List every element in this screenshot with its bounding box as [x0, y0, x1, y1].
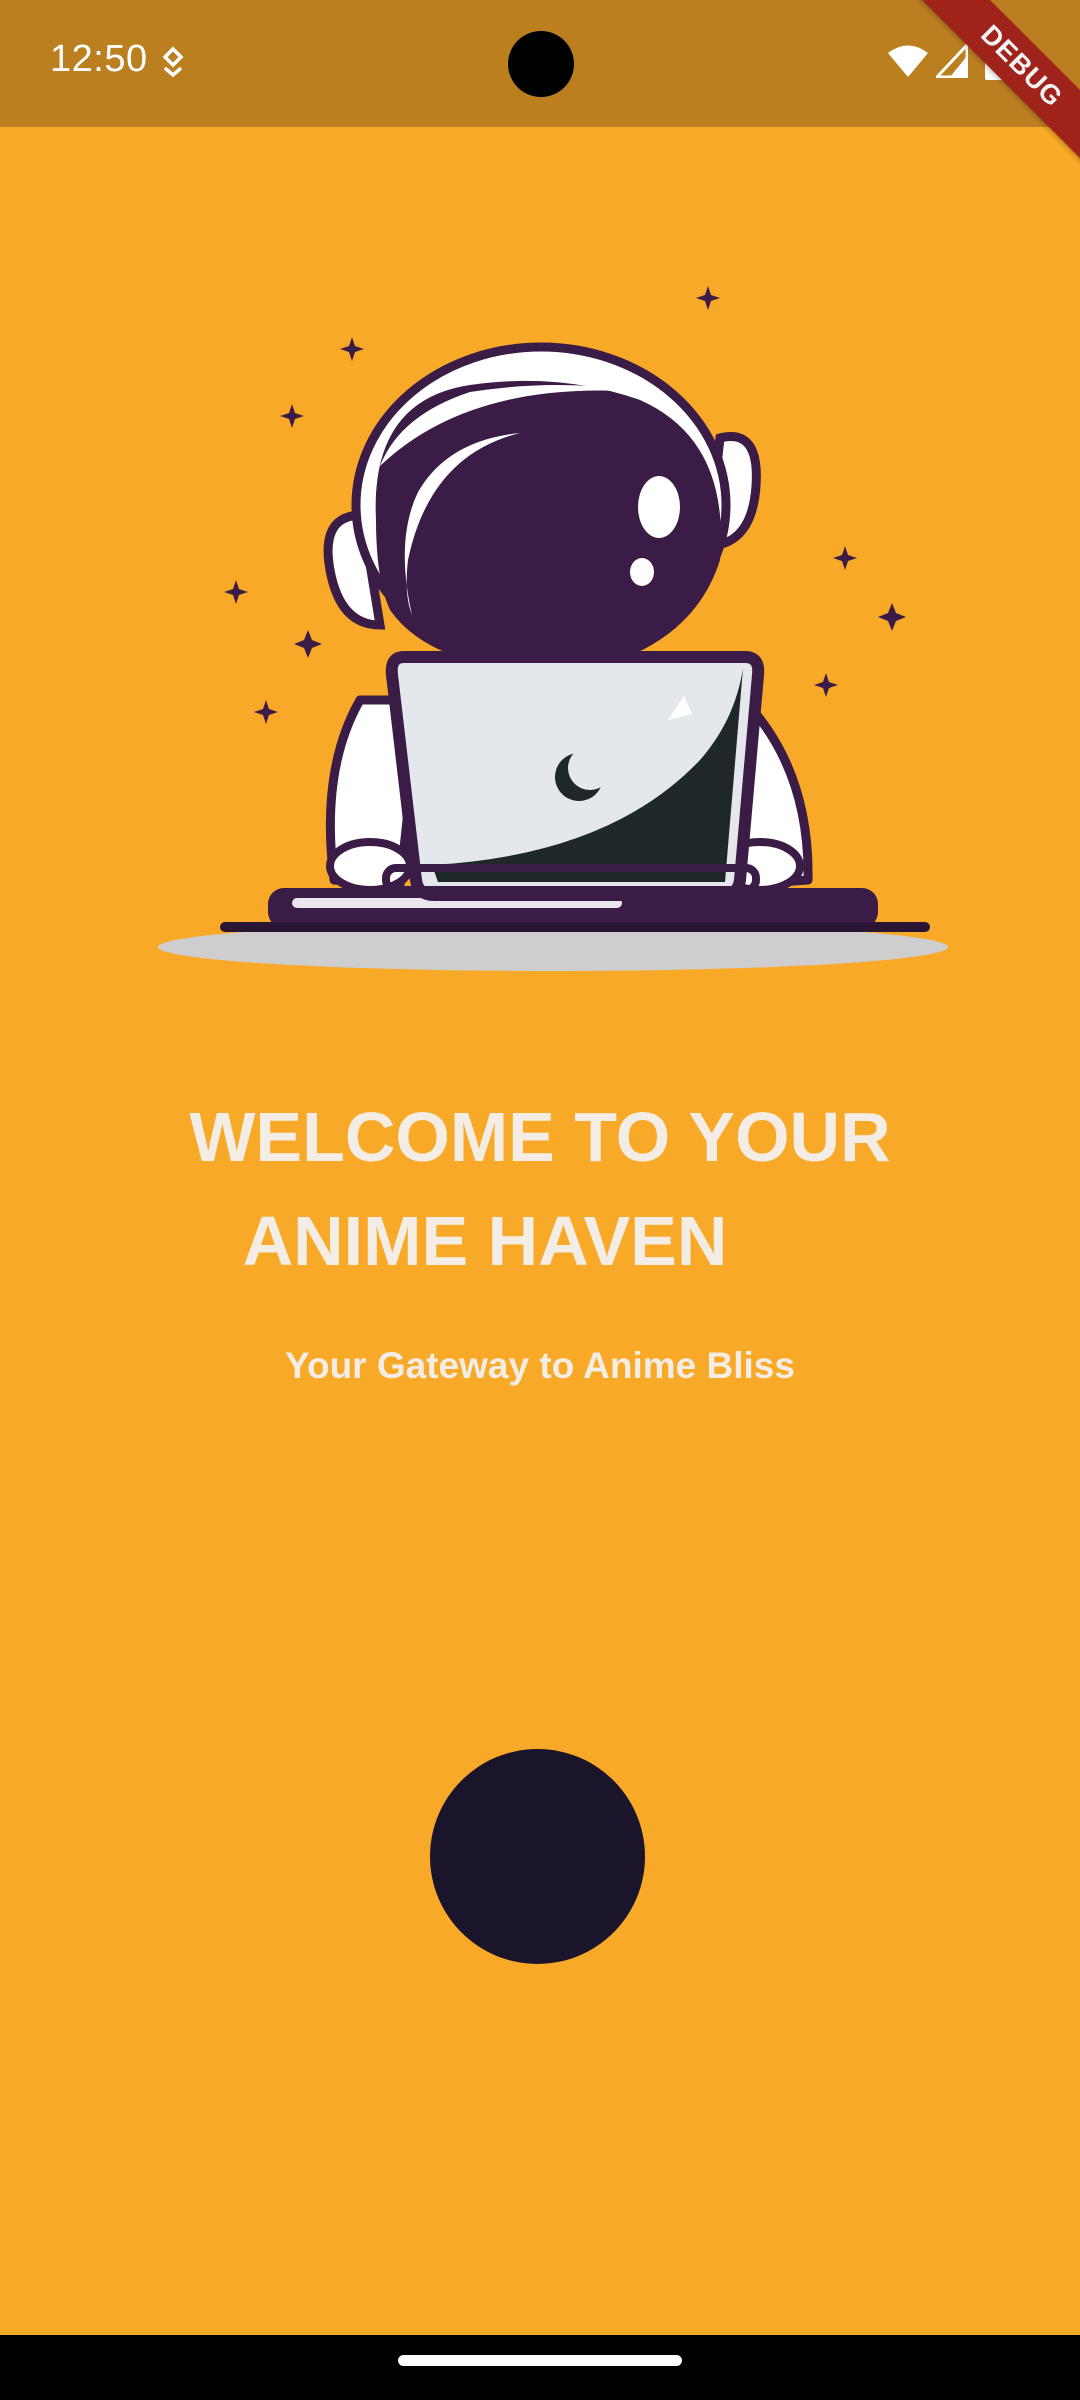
welcome-subtitle: Your Gateway to Anime Bliss [285, 1345, 795, 1386]
welcome-title: WELCOME TO YOUR ANIME HAVEN [0, 1085, 1080, 1293]
wifi-icon [888, 45, 928, 77]
home-indicator[interactable] [398, 2355, 682, 2366]
notification-icon [162, 46, 184, 78]
start-button[interactable] [430, 1749, 645, 1964]
camera-cutout [508, 31, 574, 97]
welcome-title-line2: ANIME HAVEN [242, 1202, 728, 1280]
welcome-screen: 12:50 DEBUG WELCOME TO YOUR ANIME HAVEN … [0, 0, 1080, 2400]
navigation-bar [0, 2335, 1080, 2400]
signal-icon [936, 44, 968, 78]
welcome-title-line1: WELCOME TO YOUR [189, 1098, 891, 1176]
status-time: 12:50 [50, 38, 148, 80]
astronaut-illustration [158, 286, 948, 971]
status-bar: 12:50 [0, 0, 1080, 127]
